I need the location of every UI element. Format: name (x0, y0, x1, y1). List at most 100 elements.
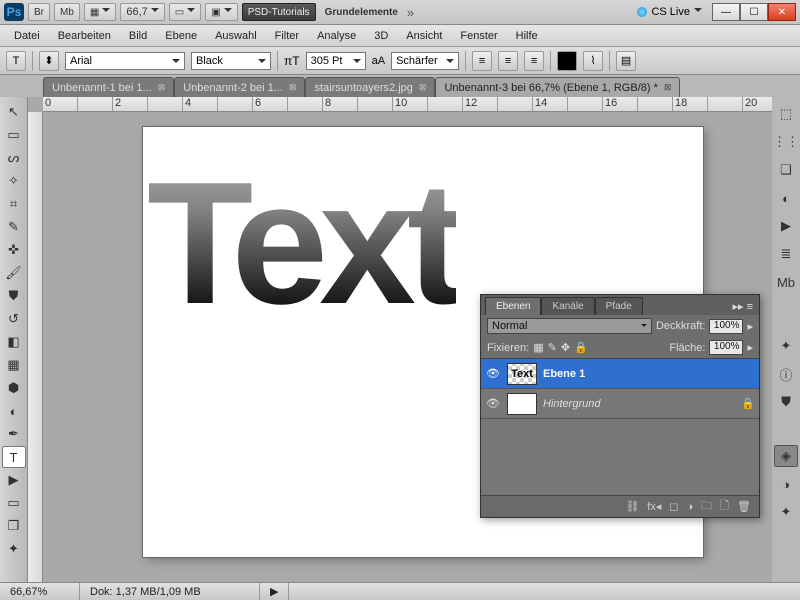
shape-tool[interactable]: ▭ (2, 492, 26, 514)
text-color-swatch[interactable] (557, 51, 577, 71)
minibridge-panel-icon[interactable]: Mb (774, 271, 798, 293)
font-family-select[interactable]: Arial (65, 52, 185, 70)
3d-tool[interactable]: ❐ (2, 515, 26, 537)
minibridge-button[interactable]: Mb (54, 3, 80, 21)
layer-item[interactable]: 👁 Text Ebene 1 (481, 359, 759, 389)
warp-text-button[interactable]: ⌇ (583, 51, 603, 71)
color-panel-icon[interactable]: ⬚ (774, 103, 798, 125)
path-select-tool[interactable]: ▶ (2, 469, 26, 491)
pen-tool[interactable]: ✒ (2, 423, 26, 445)
fill-slider-icon[interactable]: ▸ (747, 341, 753, 354)
opacity-input[interactable]: 100% (709, 319, 743, 334)
align-left-button[interactable]: ≡ (472, 51, 492, 71)
workspace-grundelemente[interactable]: Grundelemente (320, 3, 403, 21)
adjustment-layer-icon[interactable]: ◑ (687, 501, 694, 513)
layer-item[interactable]: 👁 Hintergrund 🔒 (481, 389, 759, 419)
menu-ansicht[interactable]: Ansicht (398, 28, 450, 44)
text-orientation-button[interactable]: ⬍ (39, 51, 59, 71)
brush-tool[interactable]: 🖌 (2, 262, 26, 284)
cslive-menu-icon[interactable] (694, 8, 702, 16)
lasso-tool[interactable]: ᔕ (2, 147, 26, 169)
cslive-label[interactable]: CS Live (651, 6, 690, 18)
view-extras-button[interactable]: ▦ (84, 3, 116, 21)
eraser-tool[interactable]: ◧ (2, 331, 26, 353)
eyedropper-tool[interactable]: ✎ (2, 216, 26, 238)
status-zoom[interactable]: 66,67% (0, 583, 80, 600)
doc-tab[interactable]: stairsuntoayers2.jpg⊠ (305, 77, 435, 97)
menu-fenster[interactable]: Fenster (452, 28, 505, 44)
antialias-select[interactable]: Schärfer (391, 52, 459, 70)
wand-tool[interactable]: ✧ (2, 170, 26, 192)
status-doc-size[interactable]: Dok: 1,37 MB/1,09 MB (80, 583, 260, 600)
styles-panel-icon[interactable]: ❏ (774, 159, 798, 181)
doc-tab[interactable]: Unbenannt-1 bei 1...⊠ (43, 77, 174, 97)
font-style-select[interactable]: Black (191, 52, 271, 70)
adjustments-panel-icon[interactable]: ◐ (774, 187, 798, 209)
actions-panel-icon[interactable]: ▶ (774, 215, 798, 237)
history-brush-tool[interactable]: ↺ (2, 308, 26, 330)
dodge-tool[interactable]: ◐ (2, 400, 26, 422)
menu-3d[interactable]: 3D (366, 28, 396, 44)
layer-thumbnail[interactable]: Text (507, 363, 537, 385)
blur-tool[interactable]: ⬢ (2, 377, 26, 399)
move-tool[interactable]: ↖ (2, 101, 26, 123)
more-workspaces-icon[interactable]: » (407, 5, 414, 20)
link-layers-icon[interactable]: ⛓ (625, 500, 639, 513)
3d-camera-tool[interactable]: ✦ (2, 538, 26, 560)
layer-name[interactable]: Hintergrund (543, 398, 600, 410)
menu-bild[interactable]: Bild (121, 28, 155, 44)
layers-panel-icon[interactable]: ◈ (774, 445, 798, 467)
layer-group-icon[interactable]: 🗀 (701, 497, 712, 516)
align-center-button[interactable]: ≡ (498, 51, 518, 71)
doc-tab-active[interactable]: Unbenannt-3 bei 66,7% (Ebene 1, RGB/8) *… (435, 77, 680, 97)
lock-all-icon[interactable]: 🔒 (574, 341, 588, 354)
lock-position-icon[interactable]: ✥ (561, 341, 570, 354)
menu-analyse[interactable]: Analyse (309, 28, 364, 44)
menu-bearbeiten[interactable]: Bearbeiten (50, 28, 119, 44)
lock-transparency-icon[interactable]: ▦ (533, 341, 543, 354)
info-panel-icon[interactable]: ⓘ (774, 363, 798, 385)
new-layer-icon[interactable]: 🗋 (720, 497, 729, 516)
history-panel-icon[interactable]: ≣ (774, 243, 798, 265)
visibility-icon[interactable]: 👁 (485, 397, 501, 410)
marquee-tool[interactable]: ▭ (2, 124, 26, 146)
layer-fx-icon[interactable]: fx◂ (647, 500, 661, 513)
minimize-button[interactable]: — (712, 3, 740, 21)
layer-mask-icon[interactable]: ◻ (669, 500, 678, 513)
layer-thumbnail[interactable] (507, 393, 537, 415)
arrange-button[interactable]: ▭ (169, 3, 201, 21)
close-icon[interactable]: ⊠ (419, 82, 427, 93)
stamp-tool[interactable]: ⛊ (2, 285, 26, 307)
screen-mode-button[interactable]: ▣ (205, 3, 237, 21)
type-tool[interactable]: T (2, 446, 26, 468)
healing-tool[interactable]: ✜ (2, 239, 26, 261)
brush-panel-icon[interactable]: ✦ (774, 335, 798, 357)
fill-input[interactable]: 100% (709, 340, 743, 355)
bridge-button[interactable]: Br (28, 3, 50, 21)
menu-datei[interactable]: Datei (6, 28, 48, 44)
menu-hilfe[interactable]: Hilfe (508, 28, 546, 44)
close-icon[interactable]: ⊠ (158, 82, 166, 93)
close-icon[interactable]: ⊠ (664, 82, 672, 93)
menu-ebene[interactable]: Ebene (157, 28, 205, 44)
crop-tool[interactable]: ⌗ (2, 193, 26, 215)
panel-menu-icon[interactable]: ▸▸ ≡ (726, 298, 759, 315)
align-right-button[interactable]: ≡ (524, 51, 544, 71)
clone-panel-icon[interactable]: ⛊ (774, 391, 798, 413)
blend-mode-select[interactable]: Normal (487, 318, 652, 334)
channels-panel-icon[interactable]: ◑ (774, 473, 798, 495)
gradient-tool[interactable]: ▦ (2, 354, 26, 376)
close-button[interactable]: ✕ (768, 3, 796, 21)
tab-ebenen[interactable]: Ebenen (485, 297, 541, 315)
doc-tab[interactable]: Unbenannt-2 bei 1...⊠ (174, 77, 305, 97)
status-arrow[interactable]: ▶ (260, 583, 289, 600)
close-icon[interactable]: ⊠ (289, 82, 297, 93)
delete-layer-icon[interactable]: 🗑 (737, 500, 751, 513)
workspace-psdtutorials[interactable]: PSD-Tutorials (242, 3, 316, 21)
font-size-select[interactable]: 305 Pt (306, 52, 366, 70)
layer-name[interactable]: Ebene 1 (543, 368, 585, 380)
lock-pixels-icon[interactable]: ✎ (548, 341, 557, 354)
paths-panel-icon[interactable]: ✦ (774, 501, 798, 523)
menu-auswahl[interactable]: Auswahl (207, 28, 265, 44)
zoom-level[interactable]: 66,7 (120, 3, 164, 21)
